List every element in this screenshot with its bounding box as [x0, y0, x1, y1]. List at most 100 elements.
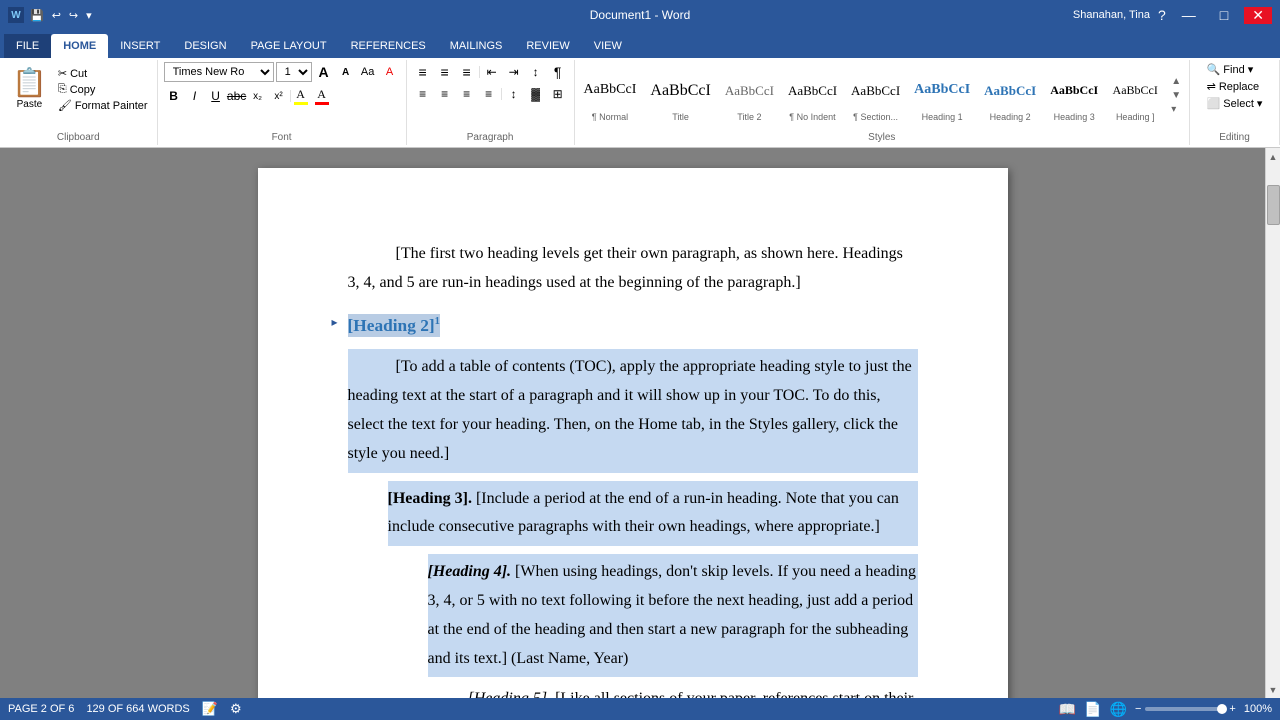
help-button[interactable]: ?: [1158, 7, 1166, 23]
styles-scroll-up[interactable]: ▲: [1168, 75, 1184, 88]
document-page: [The first two heading levels get their …: [258, 168, 1008, 698]
superscript-button[interactable]: x²: [269, 86, 289, 106]
sort-button[interactable]: ↕: [526, 62, 546, 82]
word-count: 129 OF 664 WORDS: [86, 703, 189, 715]
heading5-text: [Heading 5].: [468, 690, 552, 698]
macro-icon[interactable]: ⚙: [230, 701, 242, 717]
font-name-selector[interactable]: Times New Ro: [164, 62, 274, 82]
align-left-button[interactable]: ≡: [413, 84, 433, 104]
tab-page-layout[interactable]: PAGE LAYOUT: [239, 34, 339, 58]
format-painter-button[interactable]: 🖌 Format Painter: [55, 98, 151, 113]
styles-scroll-down[interactable]: ▼: [1168, 89, 1184, 102]
replace-icon: ⇌: [1207, 80, 1216, 93]
style-heading-bracket-label: Heading ]: [1116, 112, 1155, 122]
tab-home[interactable]: HOME: [51, 34, 108, 58]
tab-references[interactable]: REFERENCES: [339, 34, 438, 58]
font-content: Times New Ro 12 A A Aa A B I U abc x₂ x²: [164, 62, 400, 143]
document-scroll[interactable]: [The first two heading levels get their …: [0, 148, 1265, 698]
select-icon: ⬜: [1207, 97, 1221, 110]
show-marks-button[interactable]: ¶: [548, 62, 568, 82]
grow-font-button[interactable]: A: [314, 62, 334, 82]
document-area: [The first two heading levels get their …: [0, 148, 1280, 698]
style-heading3[interactable]: AaBbCcI Heading 3: [1044, 66, 1104, 126]
font-color-button[interactable]: A: [313, 86, 331, 106]
collapse-indicator[interactable]: ▸: [332, 312, 338, 334]
highlight-color-button[interactable]: A: [292, 86, 310, 106]
style-title-preview: AaBbCcI: [650, 70, 710, 112]
scroll-down-arrow[interactable]: ▼: [1266, 681, 1280, 698]
multilevel-button[interactable]: ≡: [457, 62, 477, 82]
find-button[interactable]: 🔍 Find ▾: [1204, 62, 1257, 77]
redo-qa-button[interactable]: ↪: [67, 9, 80, 22]
tab-insert[interactable]: INSERT: [108, 34, 172, 58]
replace-button[interactable]: ⇌ Replace: [1204, 79, 1263, 94]
underline-button[interactable]: U: [206, 86, 226, 106]
style-normal[interactable]: AaBbCcI ¶ Normal: [578, 66, 643, 126]
read-mode-icon[interactable]: 📖: [1059, 701, 1076, 718]
cut-icon: ✂: [58, 67, 67, 80]
font-size-selector[interactable]: 12: [276, 62, 312, 82]
italic-button[interactable]: I: [185, 86, 205, 106]
minimize-button[interactable]: —: [1174, 7, 1204, 23]
tab-view[interactable]: VIEW: [582, 34, 634, 58]
increase-indent-button[interactable]: ⇥: [504, 62, 524, 82]
zoom-thumb[interactable]: [1217, 704, 1227, 714]
style-section[interactable]: AaBbCcI ¶ Section...: [845, 66, 906, 126]
paste-icon: 📋: [12, 66, 47, 99]
justify-button[interactable]: ≡: [479, 84, 499, 104]
ribbon-group-styles: AaBbCcI ¶ Normal AaBbCcI Title AaBbCcI T…: [575, 60, 1190, 145]
heading4-text: [Heading 4].: [428, 563, 512, 580]
shading-button[interactable]: ▓: [526, 84, 546, 104]
style-heading-bracket[interactable]: AaBbCcI Heading ]: [1106, 66, 1164, 126]
proofing-icon[interactable]: 📝: [202, 701, 218, 717]
tab-review[interactable]: REVIEW: [514, 34, 581, 58]
style-section-preview: AaBbCcI: [851, 70, 900, 112]
style-title2[interactable]: AaBbCcI Title 2: [719, 66, 780, 126]
document-text[interactable]: [The first two heading levels get their …: [348, 240, 918, 698]
find-arrow: ▾: [1248, 63, 1254, 76]
maximize-button[interactable]: □: [1212, 7, 1236, 23]
bold-button[interactable]: B: [164, 86, 184, 106]
ribbon-group-editing: 🔍 Find ▾ ⇌ Replace ⬜ Select ▾ Editing: [1190, 60, 1280, 145]
tab-mailings[interactable]: MAILINGS: [438, 34, 515, 58]
cut-button[interactable]: ✂ Cut: [55, 66, 151, 81]
zoom-track[interactable]: [1145, 707, 1225, 711]
style-heading2[interactable]: AaBbCcI Heading 2: [978, 66, 1042, 126]
heading3-text: [Heading 3].: [388, 490, 472, 507]
select-button[interactable]: ⬜ Select ▾: [1204, 96, 1266, 111]
align-right-button[interactable]: ≡: [457, 84, 477, 104]
shrink-font-button[interactable]: A: [336, 62, 356, 82]
line-spacing-button[interactable]: ↕: [504, 84, 524, 104]
customize-qa-button[interactable]: ▾: [84, 9, 94, 22]
close-button[interactable]: ✕: [1244, 7, 1272, 24]
bullets-button[interactable]: ≡: [413, 62, 433, 82]
scroll-track[interactable]: [1266, 165, 1280, 681]
para-sep1: [479, 66, 480, 78]
align-center-button[interactable]: ≡: [435, 84, 455, 104]
clear-format-button[interactable]: A: [380, 62, 400, 82]
zoom-plus[interactable]: +: [1229, 703, 1235, 715]
web-layout-icon[interactable]: 🌐: [1110, 701, 1127, 718]
style-title[interactable]: AaBbCcI Title: [644, 66, 716, 126]
numbering-button[interactable]: ≡: [435, 62, 455, 82]
heading4-para: [Heading 4]. [When using headings, don't…: [428, 554, 918, 677]
zoom-minus[interactable]: −: [1135, 703, 1141, 715]
save-qa-button[interactable]: 💾: [28, 9, 46, 22]
scroll-thumb[interactable]: [1267, 185, 1280, 225]
undo-qa-button[interactable]: ↩: [50, 9, 63, 22]
scroll-up-arrow[interactable]: ▲: [1266, 148, 1280, 165]
tab-file[interactable]: FILE: [4, 34, 51, 58]
style-heading1[interactable]: AaBbCcI Heading 1: [908, 66, 976, 126]
copy-button[interactable]: ⎘ Copy: [55, 82, 151, 97]
paste-button[interactable]: 📋 Paste: [6, 62, 53, 114]
print-layout-icon[interactable]: 📄: [1084, 701, 1101, 718]
subscript-button[interactable]: x₂: [248, 86, 268, 106]
decrease-indent-button[interactable]: ⇤: [482, 62, 502, 82]
style-no-indent[interactable]: AaBbCcI ¶ No Indent: [782, 66, 843, 126]
borders-button[interactable]: ⊞: [548, 84, 568, 104]
styles-more[interactable]: ▾: [1168, 103, 1184, 116]
styles-scroll: ▲ ▼ ▾: [1166, 73, 1186, 118]
tab-design[interactable]: DESIGN: [172, 34, 238, 58]
change-case-button[interactable]: Aa: [358, 62, 378, 82]
strikethrough-button[interactable]: abc: [227, 86, 247, 106]
